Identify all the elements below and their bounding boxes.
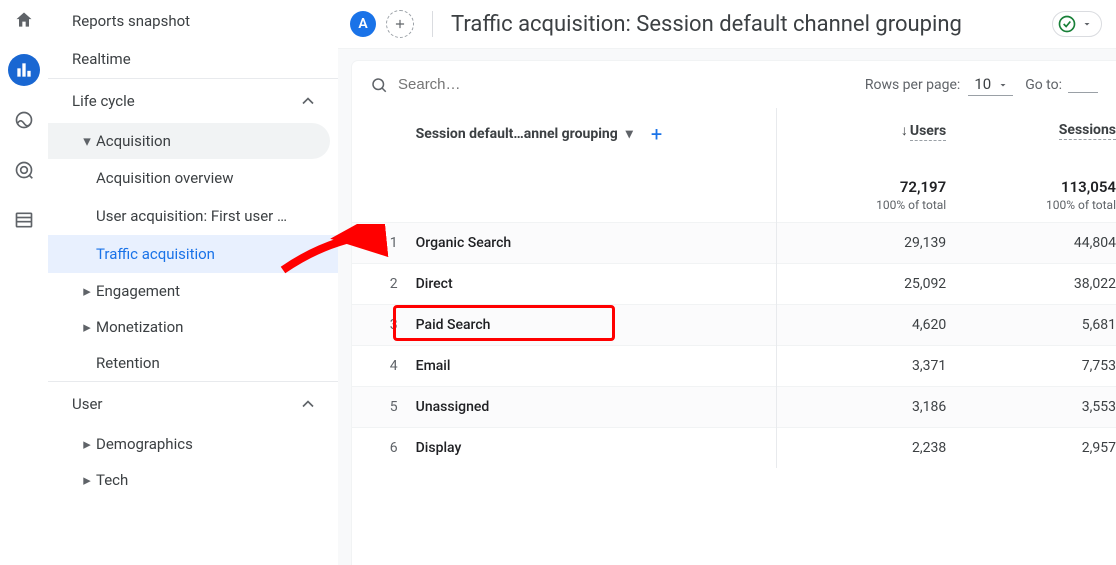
nav-sub-acquisition-label: Acquisition — [96, 132, 171, 150]
nav-sub-tech-label: Tech — [96, 471, 128, 489]
home-icon[interactable] — [8, 4, 40, 36]
data-table: Session default…annel grouping ▾ + ↓User… — [352, 108, 1116, 468]
nav-sub-acquisition[interactable]: ▾ Acquisition — [48, 123, 330, 159]
page-title: Traffic acquisition: Session default cha… — [451, 12, 1042, 37]
nav-sub-engagement[interactable]: ▸ Engagement — [48, 273, 330, 309]
row-index: 4 — [352, 346, 416, 387]
metric-header-sessions[interactable]: Sessions — [1059, 122, 1116, 140]
segment-badge[interactable]: A — [350, 11, 376, 37]
row-dimension: Email — [416, 346, 777, 387]
table-row[interactable]: 6Display2,2382,957 — [352, 428, 1116, 469]
nav-realtime[interactable]: Realtime — [48, 40, 338, 78]
nav-sub-engagement-label: Engagement — [96, 282, 180, 300]
row-dimension: Direct — [416, 264, 777, 305]
nav-sub-tech[interactable]: ▸ Tech — [48, 462, 330, 498]
rows-per-page-label: Rows per page: — [865, 77, 960, 93]
nav-group-user-label: User — [72, 395, 103, 413]
nav-sub-monetization-label: Monetization — [96, 318, 183, 336]
row-dimension: Display — [416, 428, 777, 469]
nav-leaf-acq-overview[interactable]: Acquisition overview — [48, 159, 338, 197]
row-sessions: 38,022 — [946, 264, 1116, 305]
search-icon — [370, 76, 388, 94]
caret-right-icon: ▸ — [78, 435, 96, 453]
search-input[interactable] — [398, 76, 598, 93]
nav-sub-demographics[interactable]: ▸ Demographics — [48, 426, 330, 462]
row-users: 25,092 — [776, 264, 946, 305]
caret-down-icon — [1081, 18, 1093, 30]
row-sessions: 44,804 — [946, 223, 1116, 264]
chevron-up-icon — [298, 394, 318, 414]
sidebar: Reports snapshot Realtime Life cycle ▾ A… — [48, 0, 338, 565]
table-toolbar: Rows per page: 10 Go to: — [352, 61, 1116, 108]
nav-sub-retention-label: Retention — [96, 354, 160, 372]
configure-icon[interactable] — [8, 204, 40, 236]
row-sessions: 3,553 — [946, 387, 1116, 428]
plus-icon — [393, 17, 407, 31]
advertising-icon[interactable] — [8, 154, 40, 186]
total-users: 72,197 — [900, 178, 946, 196]
total-users-pct: 100% of total — [777, 198, 946, 212]
row-index: 6 — [352, 428, 416, 469]
icon-rail — [0, 0, 48, 565]
caret-down-icon: ▾ — [626, 126, 633, 142]
row-dimension: Organic Search — [416, 223, 777, 264]
rows-per-page-select[interactable]: 10 — [968, 73, 1013, 96]
goto-label: Go to: — [1025, 77, 1062, 93]
nav-group-user[interactable]: User — [48, 381, 338, 426]
row-index: 3 — [352, 305, 416, 346]
nav-group-lifecycle[interactable]: Life cycle — [48, 78, 338, 123]
nav-leaf-user-acq[interactable]: User acquisition: First user … — [48, 197, 338, 235]
titlebar: A Traffic acquisition: Session default c… — [338, 0, 1116, 49]
rows-per-page-value: 10 — [974, 75, 991, 93]
table-row[interactable]: 4Email3,3717,753 — [352, 346, 1116, 387]
report-card: Rows per page: 10 Go to: — [352, 61, 1116, 565]
caret-down-icon: ▾ — [78, 132, 96, 150]
table-row[interactable]: 2Direct25,09238,022 — [352, 264, 1116, 305]
add-dimension-button[interactable]: + — [651, 122, 662, 146]
total-sessions-pct: 100% of total — [946, 198, 1116, 212]
total-sessions: 113,054 — [1061, 178, 1116, 196]
table-row[interactable]: 3Paid Search4,6205,681 — [352, 305, 1116, 346]
add-segment-button[interactable] — [386, 10, 414, 38]
row-sessions: 5,681 — [946, 305, 1116, 346]
row-users: 4,620 — [776, 305, 946, 346]
nav-group-lifecycle-label: Life cycle — [72, 92, 135, 110]
row-sessions: 7,753 — [946, 346, 1116, 387]
nav-reports-snapshot[interactable]: Reports snapshot — [48, 2, 338, 40]
reports-icon[interactable] — [8, 54, 40, 86]
row-users: 3,186 — [776, 387, 946, 428]
row-dimension: Unassigned — [416, 387, 777, 428]
caret-right-icon: ▸ — [78, 471, 96, 489]
nav-sub-retention[interactable]: Retention — [48, 345, 330, 381]
caret-right-icon: ▸ — [78, 318, 96, 336]
nav-leaf-traffic-acq[interactable]: Traffic acquisition — [48, 235, 338, 273]
row-index: 2 — [352, 264, 416, 305]
explore-icon[interactable] — [8, 104, 40, 136]
row-users: 3,371 — [776, 346, 946, 387]
totals-row: 72,197 100% of total 113,054 100% of tot… — [352, 160, 1116, 223]
nav-sub-demographics-label: Demographics — [96, 435, 193, 453]
check-circle-icon — [1057, 14, 1077, 34]
caret-down-icon — [997, 79, 1009, 91]
nav-sub-monetization[interactable]: ▸ Monetization — [48, 309, 330, 345]
metric-header-users[interactable]: ↓Users — [901, 123, 946, 139]
divider — [432, 11, 433, 37]
goto-input[interactable] — [1068, 77, 1098, 93]
status-chip[interactable] — [1052, 11, 1102, 37]
chevron-up-icon — [298, 91, 318, 111]
row-users: 29,139 — [776, 223, 946, 264]
row-dimension: Paid Search — [416, 305, 777, 346]
row-index: 5 — [352, 387, 416, 428]
main: A Traffic acquisition: Session default c… — [338, 0, 1116, 565]
row-sessions: 2,957 — [946, 428, 1116, 469]
table-row[interactable]: 1Organic Search29,13944,804 — [352, 223, 1116, 264]
sort-desc-icon: ↓ — [901, 123, 908, 139]
caret-right-icon: ▸ — [78, 282, 96, 300]
dimension-picker[interactable]: Session default…annel grouping — [416, 126, 618, 142]
row-index: 1 — [352, 223, 416, 264]
row-users: 2,238 — [776, 428, 946, 469]
table-row[interactable]: 5Unassigned3,1863,553 — [352, 387, 1116, 428]
